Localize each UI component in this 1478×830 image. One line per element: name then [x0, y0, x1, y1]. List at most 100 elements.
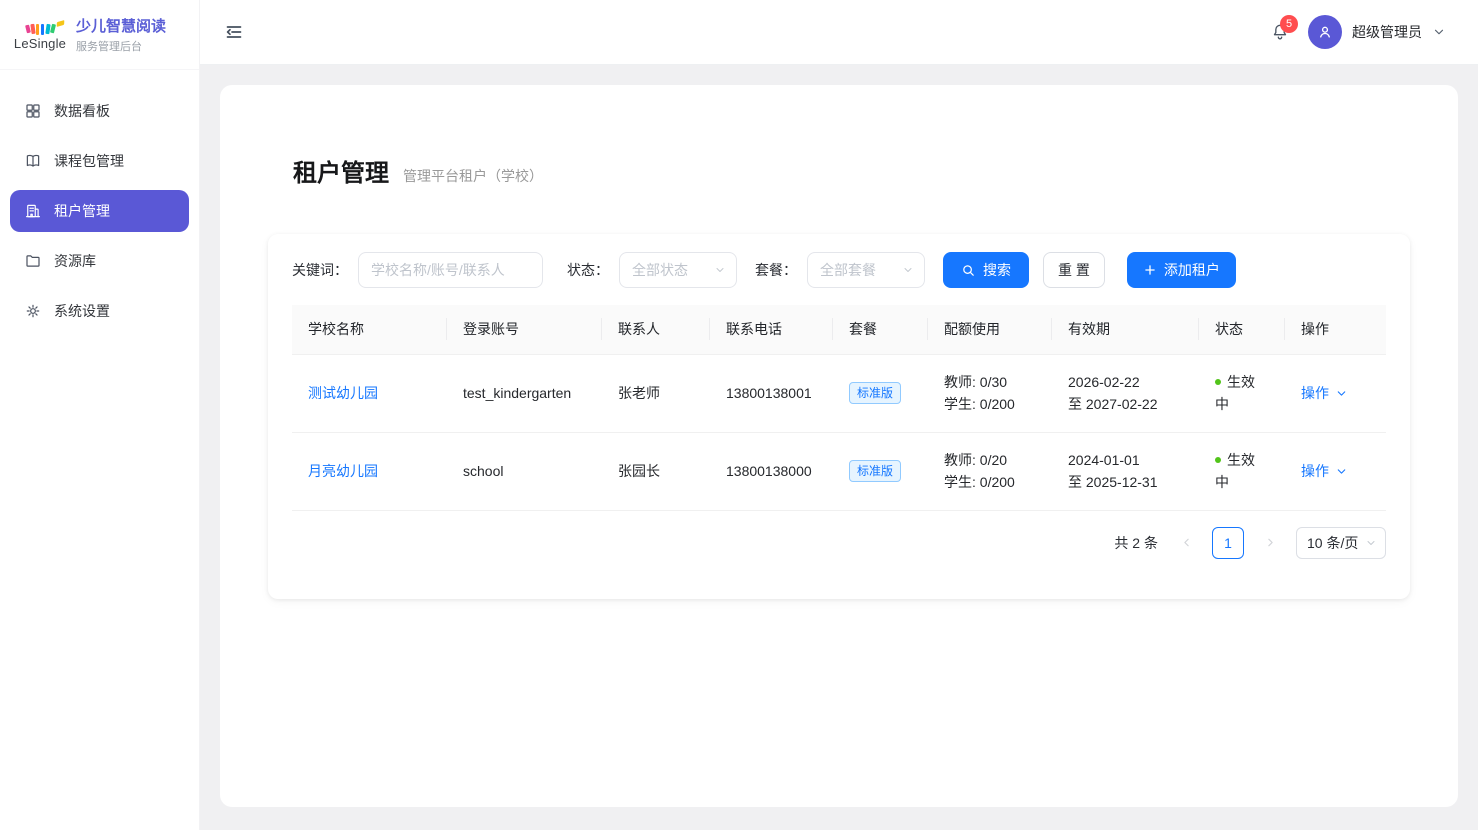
- sidebar-item-dashboard[interactable]: 数据看板: [10, 90, 189, 132]
- table-row: 月亮幼儿园 school 张园长 13800138000 标准版 教师: 0/2…: [292, 432, 1386, 510]
- add-tenant-button[interactable]: 添加租户: [1127, 252, 1236, 288]
- keyword-label: 关键词：: [292, 260, 348, 280]
- book-icon: [24, 152, 42, 170]
- chevron-down-icon: [1335, 387, 1348, 400]
- quota-student: 学生: 0/200: [944, 471, 1036, 493]
- main-area: 5 超级管理员 租户管理 管理平台租户（学校）: [200, 0, 1478, 830]
- tenant-panel: 关键词： 状态： 全部状态 套餐： 全部套餐: [268, 234, 1410, 599]
- sidebar-item-course-packages[interactable]: 课程包管理: [10, 140, 189, 182]
- table-row: 测试幼儿园 test_kindergarten 张老师 13800138001 …: [292, 354, 1386, 432]
- sidebar-item-resources[interactable]: 资源库: [10, 240, 189, 282]
- status-cell: 生效中: [1199, 432, 1285, 510]
- contact-phone: 13800138001: [726, 385, 812, 401]
- package-select-value: 全部套餐: [820, 260, 876, 280]
- sidebar-item-tenants[interactable]: 租户管理: [10, 190, 189, 232]
- logo-text: LeSingle: [14, 36, 66, 51]
- action-dropdown[interactable]: 操作: [1301, 383, 1348, 403]
- reset-button[interactable]: 重 置: [1043, 252, 1105, 288]
- brand-subtitle: 服务管理后台: [76, 38, 166, 54]
- status-dot-icon: [1215, 379, 1221, 385]
- page-title: 租户管理: [293, 153, 389, 188]
- page-size-value: 10 条/页: [1307, 533, 1358, 553]
- validity-cell: 2026-02-22 至 2027-02-22: [1052, 354, 1199, 432]
- chevron-down-icon: [902, 264, 914, 276]
- page-number-1[interactable]: 1: [1212, 527, 1244, 559]
- keyword-input[interactable]: [358, 252, 543, 288]
- status-text: 生效中: [1215, 374, 1255, 412]
- status-cell: 生效中: [1199, 354, 1285, 432]
- lesingle-logo-icon: LeSingle: [14, 19, 66, 51]
- validity-cell: 2024-01-01 至 2025-12-31: [1052, 432, 1199, 510]
- user-menu[interactable]: 超级管理员: [1308, 15, 1446, 49]
- contact-name: 张老师: [618, 385, 660, 401]
- status-select[interactable]: 全部状态: [619, 252, 737, 288]
- plus-icon: [1143, 263, 1157, 277]
- brand-title: 少儿智慧阅读: [76, 15, 166, 36]
- action-label: 操作: [1301, 461, 1329, 481]
- valid-to: 至 2025-12-31: [1068, 471, 1183, 493]
- package-badge: 标准版: [849, 382, 901, 404]
- brand: LeSingle 少儿智慧阅读 服务管理后台: [0, 0, 199, 70]
- valid-to: 至 2027-02-22: [1068, 393, 1183, 415]
- next-page-button[interactable]: [1256, 527, 1284, 559]
- column-header: 联系人: [602, 305, 710, 354]
- chevron-down-icon: [714, 264, 726, 276]
- chevron-down-icon: [1335, 465, 1348, 478]
- package-select[interactable]: 全部套餐: [807, 252, 925, 288]
- sidebar: LeSingle 少儿智慧阅读 服务管理后台 数据看板 课程包管理 租户管理 资…: [0, 0, 200, 830]
- column-header: 联系电话: [710, 305, 833, 354]
- quota-teacher: 教师: 0/30: [944, 371, 1036, 393]
- contact-name: 张园长: [618, 463, 660, 479]
- chevron-down-icon: [1432, 25, 1446, 39]
- status-label: 状态：: [567, 260, 609, 280]
- page-subtitle: 管理平台租户（学校）: [403, 166, 543, 186]
- gear-icon: [24, 302, 42, 320]
- prev-page-button[interactable]: [1172, 527, 1200, 559]
- valid-from: 2026-02-22: [1068, 371, 1183, 393]
- action-label: 操作: [1301, 383, 1329, 403]
- sidebar-item-settings[interactable]: 系统设置: [10, 290, 189, 332]
- page-card: 租户管理 管理平台租户（学校） 关键词： 状态： 全部状态 套: [220, 85, 1458, 807]
- chevron-down-icon: [1365, 537, 1377, 549]
- notification-badge: 5: [1280, 15, 1298, 33]
- valid-from: 2024-01-01: [1068, 449, 1183, 471]
- avatar: [1308, 15, 1342, 49]
- menu-fold-icon[interactable]: [224, 22, 244, 42]
- package-label: 套餐：: [755, 260, 797, 280]
- column-header: 操作: [1285, 305, 1386, 354]
- package-badge: 标准版: [849, 460, 901, 482]
- column-header: 登录账号: [447, 305, 602, 354]
- column-header: 配额使用: [928, 305, 1052, 354]
- school-name-link[interactable]: 月亮幼儿园: [308, 463, 378, 479]
- column-header: 套餐: [833, 305, 928, 354]
- quota-student: 学生: 0/200: [944, 393, 1036, 415]
- user-name: 超级管理员: [1352, 22, 1422, 42]
- page-size-select[interactable]: 10 条/页: [1296, 527, 1386, 559]
- notification-bell-icon[interactable]: 5: [1270, 22, 1290, 42]
- content-area: 租户管理 管理平台租户（学校） 关键词： 状态： 全部状态 套: [200, 65, 1478, 830]
- building-icon: [24, 202, 42, 220]
- pagination: 共 2 条 1 10 条/页: [292, 527, 1386, 559]
- folder-icon: [24, 252, 42, 270]
- action-dropdown[interactable]: 操作: [1301, 461, 1348, 481]
- status-text: 生效中: [1215, 452, 1255, 490]
- filter-bar: 关键词： 状态： 全部状态 套餐： 全部套餐: [292, 252, 1386, 288]
- school-name-link[interactable]: 测试幼儿园: [308, 385, 378, 401]
- column-header: 状态: [1199, 305, 1285, 354]
- status-dot-icon: [1215, 457, 1221, 463]
- login-account: school: [463, 463, 503, 479]
- column-header: 学校名称: [292, 305, 447, 354]
- column-header: 有效期: [1052, 305, 1199, 354]
- page-head: 租户管理 管理平台租户（学校）: [293, 153, 1410, 188]
- sidebar-menu: 数据看板 课程包管理 租户管理 资源库 系统设置: [0, 70, 199, 352]
- status-select-value: 全部状态: [632, 260, 688, 280]
- quota-cell: 教师: 0/20 学生: 0/200: [928, 432, 1052, 510]
- pagination-total: 共 2 条: [1114, 533, 1158, 553]
- dashboard-icon: [24, 102, 42, 120]
- contact-phone: 13800138000: [726, 463, 812, 479]
- login-account: test_kindergarten: [463, 385, 571, 401]
- tenant-table: 学校名称登录账号联系人联系电话套餐配额使用有效期状态操作 测试幼儿园 test_…: [292, 305, 1386, 511]
- quota-cell: 教师: 0/30 学生: 0/200: [928, 354, 1052, 432]
- table-header-row: 学校名称登录账号联系人联系电话套餐配额使用有效期状态操作: [292, 305, 1386, 354]
- search-button[interactable]: 搜索: [943, 252, 1029, 288]
